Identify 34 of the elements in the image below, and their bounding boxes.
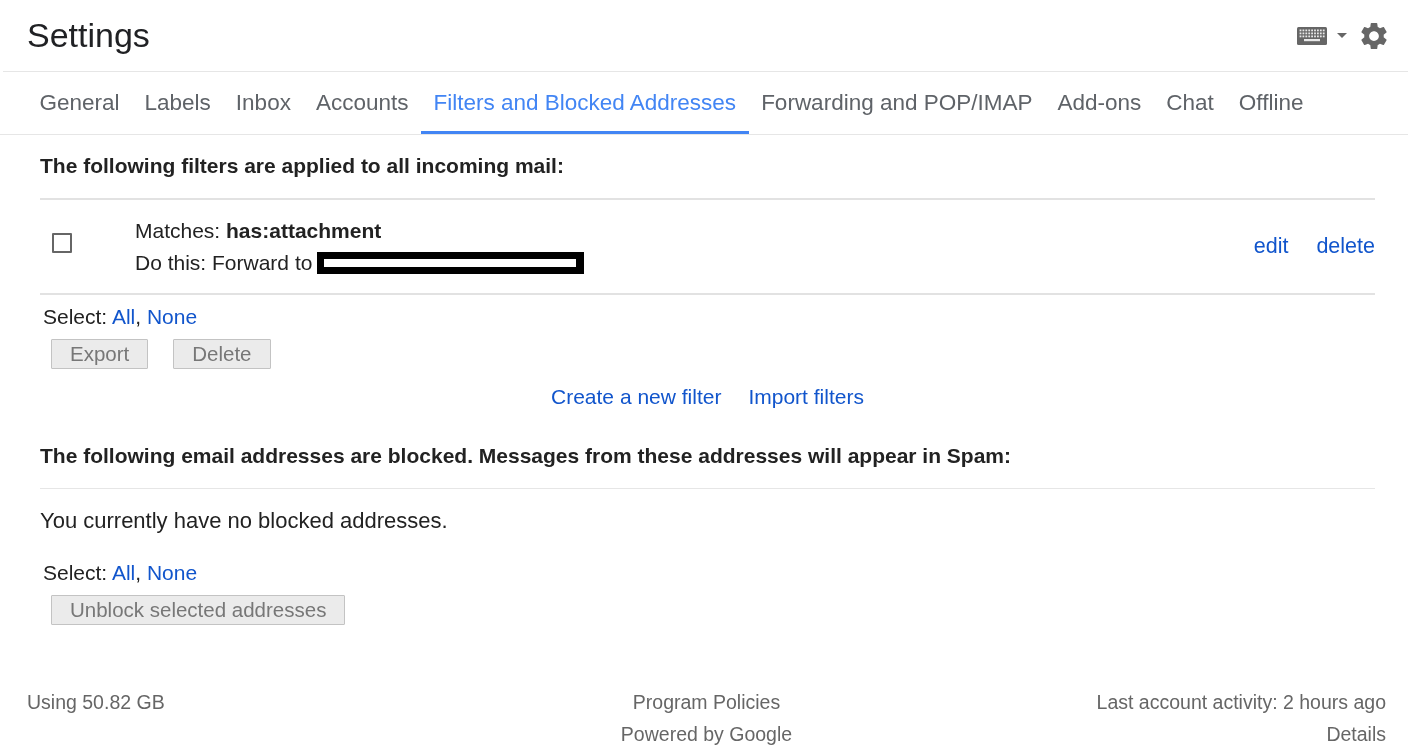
section-heading: The following email addresses are blocked. Messages from these addresses will appear in Spam: (40, 444, 1011, 468)
select-line: Select: All, None (43, 305, 198, 328)
filter-checkbox[interactable] (52, 233, 72, 253)
settings-tab[interactable]: Inbox (223, 72, 304, 134)
storage-usage: Using 50.82 GB (27, 690, 165, 714)
section-heading: The following filters are applied to all incoming mail: (40, 154, 564, 178)
keyboard-icon[interactable] (1297, 26, 1327, 45)
settings-tab[interactable]: General (27, 72, 133, 134)
settings-tab[interactable]: Offline (1226, 72, 1316, 134)
select-option-link[interactable]: All (111, 561, 136, 584)
settings-tab[interactable]: Forwarding and POP/IMAP (748, 72, 1045, 134)
account-activity: Last account activity: 2 hours ago (1096, 690, 1386, 714)
settings-tab[interactable]: Chat (1153, 72, 1227, 134)
policies-link[interactable]: Program Policies (632, 690, 781, 714)
select-option-link[interactable]: None (146, 305, 198, 328)
empty-message: You currently have no blocked addresses. (40, 509, 448, 533)
settings-tab[interactable]: Add-ons (1045, 72, 1154, 134)
settings-tab[interactable]: Labels (132, 72, 224, 134)
filter-criteria: Matches: has:attachment (135, 217, 382, 244)
filter-link[interactable]: Import filters (748, 385, 864, 409)
filter-action-link[interactable]: edit (1253, 234, 1289, 259)
settings-icon[interactable] (1361, 22, 1387, 49)
select-option-link[interactable]: None (146, 561, 198, 584)
caret-icon[interactable] (1337, 33, 1347, 38)
select-option-link[interactable]: All (111, 305, 136, 328)
powered-by-text: Powered by Google (620, 722, 793, 746)
filter-action-link[interactable]: delete (1316, 234, 1375, 259)
page-title: Settings (27, 16, 150, 55)
details-link[interactable]: Details (1326, 722, 1386, 746)
select-line: Select: All, None (43, 561, 198, 584)
filter-link[interactable]: Create a new filter (551, 385, 722, 409)
filter-action: Do this: Forward to (135, 249, 313, 276)
settings-tab[interactable]: Accounts (303, 72, 421, 134)
settings-tab[interactable]: Filters and Blocked Addresses (420, 72, 749, 134)
